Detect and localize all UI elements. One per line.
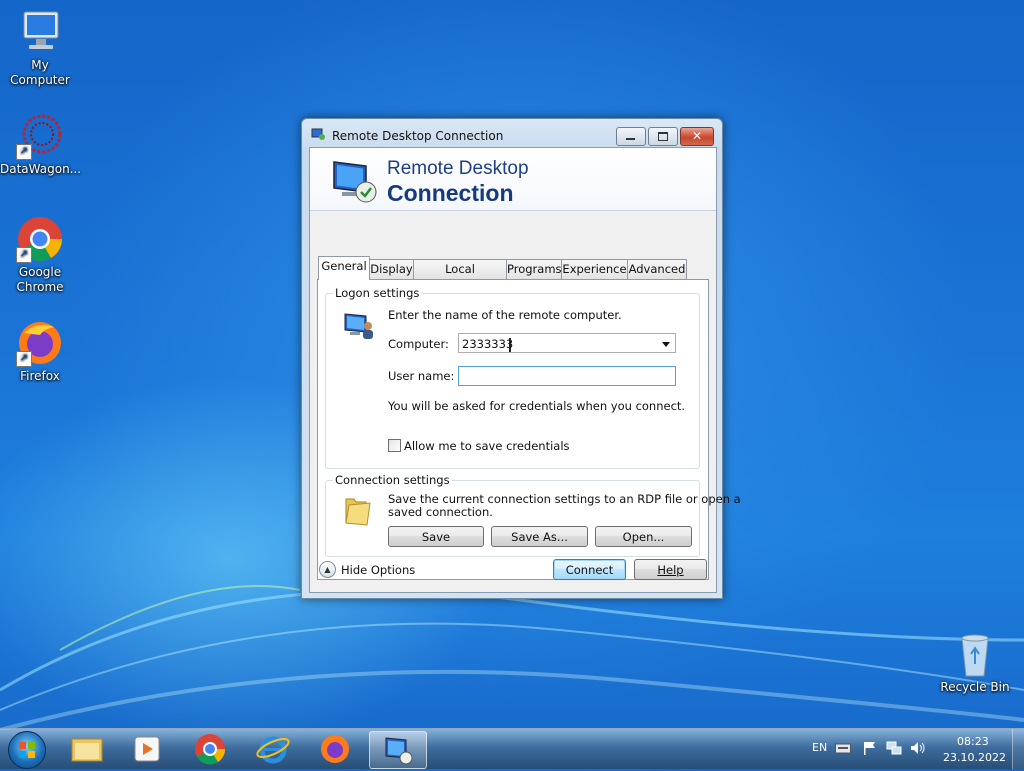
shortcut-arrow-icon: ↗ [16,144,32,160]
desktop-icon-chrome[interactable]: ↗ Google Chrome [0,215,80,295]
logon-instructions: Enter the name of the remote computer. [388,308,622,322]
chrome-icon: ↗ [16,215,64,263]
shortcut-arrow-icon: ↗ [16,351,32,367]
help-label: Help [657,563,684,577]
computer-label: Computer: [388,337,449,351]
file-explorer-icon [71,738,103,762]
banner-title-line2: Connection [387,180,514,206]
connect-button[interactable]: Connect [553,559,626,580]
tab-programs[interactable]: Programs [506,259,562,279]
text-cursor-icon [509,338,511,352]
internet-explorer-icon [256,736,290,764]
chevron-up-icon: ▲ [319,561,336,578]
banner: Remote Desktop Connection [310,148,716,211]
desktop-icon-label: Recycle Bin [940,680,1010,694]
logon-settings-title: Logon settings [333,286,422,300]
start-button[interactable] [8,731,46,769]
volume-icon[interactable] [910,741,926,755]
username-label: User name: [388,369,455,383]
folder-icon [345,498,371,526]
window-client-area: Remote Desktop Connection General Displa… [309,147,741,593]
remote-desktop-window[interactable]: Remote Desktop Connection ✕ Remote Deskt… [301,118,741,599]
connection-description-line2: saved connection. [388,505,493,519]
taskbar-internet-explorer[interactable] [246,731,300,767]
clock-time[interactable]: 08:23 [957,735,989,748]
action-center-flag-icon[interactable] [862,741,876,755]
tab-display[interactable]: Display [369,259,414,279]
chrome-icon [195,734,226,765]
taskbar-firefox[interactable] [308,731,362,767]
keyboard-icon[interactable] [835,742,851,754]
open-button[interactable]: Open... [595,526,692,547]
desktop-icon-recycle-bin[interactable]: Recycle Bin [935,630,1015,695]
computer-value: 2333333 [462,337,514,351]
datawagon-icon: ↗ [16,112,64,160]
help-button[interactable]: Help [634,559,707,580]
save-credentials-label[interactable]: Allow me to save credentials [404,439,570,453]
title-bar[interactable]: Remote Desktop Connection ✕ [302,119,722,147]
show-desktop-button[interactable] [1012,729,1024,769]
hide-options-label: Hide Options [341,563,416,577]
credentials-note: You will be asked for credentials when y… [388,399,686,413]
tab-local-resources[interactable]: Local Resources [413,259,507,295]
tab-general[interactable]: General [318,256,370,280]
save-button[interactable]: Save [388,526,484,547]
chevron-down-icon[interactable] [662,342,670,347]
close-button[interactable]: ✕ [680,127,714,146]
desktop-icon-my-computer[interactable]: My Computer [0,8,80,88]
remote-desktop-icon [385,737,413,765]
clock-date[interactable]: 23.10.2022 [943,751,1006,764]
taskbar-media-player[interactable] [120,731,174,767]
banner-title-line1: Remote Desktop [387,158,529,179]
save-credentials-checkbox[interactable] [388,439,401,452]
desktop-icon-label: My Computer [10,58,70,87]
connection-settings-group: Connection settings Save the current con… [325,473,741,557]
maximize-icon [658,132,668,141]
desktop-icon-label: DataWagon... [0,162,82,176]
taskbar: EN 08:23 23.10.2022 [0,728,1024,769]
computer-user-icon [344,313,373,339]
taskbar-file-explorer[interactable] [60,731,114,767]
remote-desktop-banner-icon [333,161,377,203]
taskbar-remote-desktop[interactable] [369,731,427,769]
computer-icon [16,8,64,56]
minimize-icon [626,138,635,140]
desktop-icon-label: Firefox [20,369,60,383]
general-tab-panel: Logon settings Enter the name of the rem… [317,279,741,580]
connection-settings-title: Connection settings [333,473,452,487]
desktop-icon-label: Google Chrome [16,265,64,294]
recycle-bin-icon [951,630,999,678]
desktop-icon-datawagon[interactable]: ↗ DataWagon... [0,112,82,177]
window-title: Remote Desktop Connection [332,129,504,143]
firefox-icon: ↗ [16,319,64,367]
username-input[interactable] [458,366,676,386]
shortcut-arrow-icon: ↗ [16,247,32,263]
maximize-button[interactable] [648,127,678,146]
firefox-icon [321,735,349,763]
close-icon: ✕ [691,129,703,143]
language-indicator[interactable]: EN [812,741,827,754]
taskbar-chrome[interactable] [183,731,237,767]
computer-combobox[interactable]: 2333333 [458,333,676,353]
tab-experience[interactable]: Experience [561,259,628,279]
save-as-button[interactable]: Save As... [491,526,588,547]
desktop-icon-firefox[interactable]: ↗ Firefox [0,319,80,384]
media-player-icon [134,736,160,762]
logon-settings-group: Logon settings Enter the name of the rem… [325,286,700,469]
remote-desktop-icon [311,128,325,140]
windows-logo-icon [19,742,35,758]
network-icon[interactable] [886,741,902,755]
tab-advanced[interactable]: Advanced [627,259,687,279]
minimize-button[interactable] [616,127,646,146]
connection-description-line1: Save the current connection settings to … [388,492,741,506]
